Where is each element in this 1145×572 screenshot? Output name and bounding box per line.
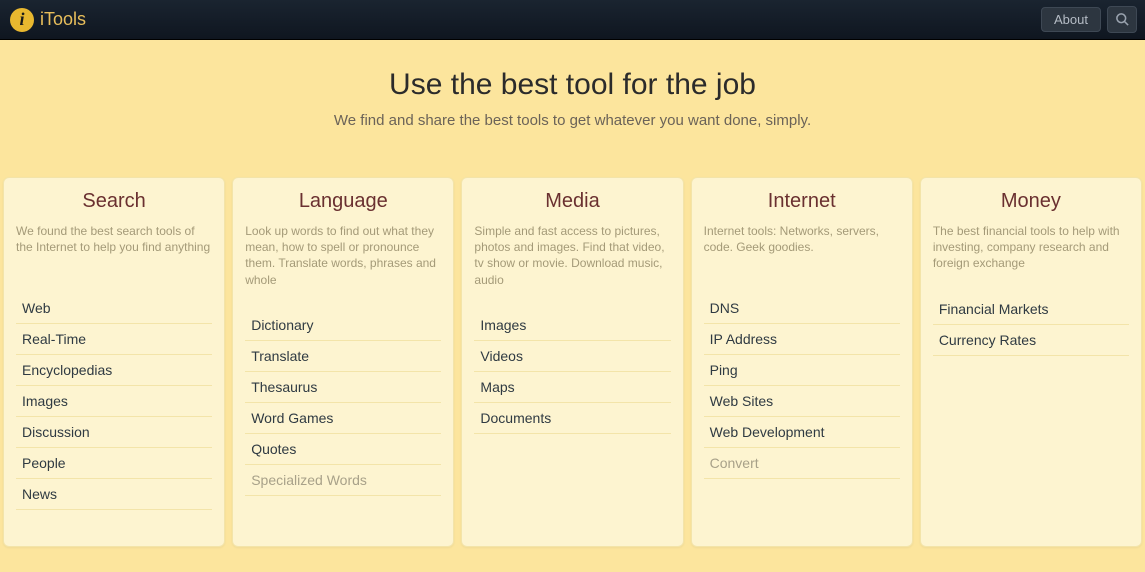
list-link[interactable]: Ping — [704, 355, 900, 385]
list-link[interactable]: Word Games — [245, 403, 441, 433]
card-list: DictionaryTranslateThesaurusWord GamesQu… — [245, 310, 441, 496]
search-icon — [1115, 12, 1130, 27]
list-link[interactable]: Images — [16, 386, 212, 416]
list-item: Images — [474, 310, 670, 341]
list-item: Videos — [474, 341, 670, 372]
brand[interactable]: i iTools — [10, 8, 86, 32]
list-item: Currency Rates — [933, 325, 1129, 356]
list-link[interactable]: Encyclopedias — [16, 355, 212, 385]
list-item: Documents — [474, 403, 670, 434]
list-item: Discussion — [16, 417, 212, 448]
card-desc: We found the best search tools of the In… — [16, 223, 212, 271]
list-item: Convert — [704, 448, 900, 479]
list-item: Specialized Words — [245, 465, 441, 496]
list-item: IP Address — [704, 324, 900, 355]
card-list: ImagesVideosMapsDocuments — [474, 310, 670, 434]
list-item: Thesaurus — [245, 372, 441, 403]
page-title: Use the best tool for the job — [0, 68, 1145, 102]
list-item: Images — [16, 386, 212, 417]
list-link[interactable]: Specialized Words — [245, 465, 441, 495]
about-button[interactable]: About — [1041, 7, 1101, 32]
topbar: i iTools About — [0, 0, 1145, 40]
logo-icon: i — [10, 8, 34, 32]
list-item: Dictionary — [245, 310, 441, 341]
list-link[interactable]: Convert — [704, 448, 900, 478]
list-link[interactable]: Web Development — [704, 417, 900, 447]
card-list: WebReal-TimeEncyclopediasImagesDiscussio… — [16, 293, 212, 510]
hero: Use the best tool for the job We find an… — [0, 40, 1145, 177]
list-link[interactable]: Currency Rates — [933, 325, 1129, 355]
list-link[interactable]: Financial Markets — [933, 294, 1129, 324]
list-link[interactable]: Images — [474, 310, 670, 340]
list-item: DNS — [704, 293, 900, 324]
list-item: Translate — [245, 341, 441, 372]
list-link[interactable]: Web — [16, 293, 212, 323]
card-search: Search We found the best search tools of … — [3, 177, 225, 547]
list-item: Ping — [704, 355, 900, 386]
list-item: Quotes — [245, 434, 441, 465]
card-desc: Look up words to find out what they mean… — [245, 223, 441, 288]
list-link[interactable]: Thesaurus — [245, 372, 441, 402]
card-media: Media Simple and fast access to pictures,… — [461, 177, 683, 547]
card-list: DNSIP AddressPingWeb SitesWeb Developmen… — [704, 293, 900, 479]
card-language: Language Look up words to find out what t… — [232, 177, 454, 547]
list-link[interactable]: People — [16, 448, 212, 478]
card-title[interactable]: Language — [245, 190, 441, 213]
list-link[interactable]: Translate — [245, 341, 441, 371]
list-item: People — [16, 448, 212, 479]
card-title[interactable]: Internet — [704, 190, 900, 213]
list-link[interactable]: News — [16, 479, 212, 509]
card-internet: Internet Internet tools: Networks, server… — [691, 177, 913, 547]
list-item: Web Development — [704, 417, 900, 448]
card-money: Money The best financial tools to help wi… — [920, 177, 1142, 547]
card-list: Financial MarketsCurrency Rates — [933, 294, 1129, 356]
list-link[interactable]: Dictionary — [245, 310, 441, 340]
search-button[interactable] — [1107, 6, 1137, 33]
list-link[interactable]: IP Address — [704, 324, 900, 354]
list-item: Financial Markets — [933, 294, 1129, 325]
card-desc: Simple and fast access to pictures, phot… — [474, 223, 670, 288]
list-link[interactable]: Maps — [474, 372, 670, 402]
list-item: Encyclopedias — [16, 355, 212, 386]
list-link[interactable]: Web Sites — [704, 386, 900, 416]
card-desc: The best financial tools to help with in… — [933, 223, 1129, 272]
list-link[interactable]: Documents — [474, 403, 670, 433]
list-item: News — [16, 479, 212, 510]
cards-row: Search We found the best search tools of … — [0, 177, 1145, 547]
list-link[interactable]: Real-Time — [16, 324, 212, 354]
list-item: Word Games — [245, 403, 441, 434]
card-desc: Internet tools: Networks, servers, code.… — [704, 223, 900, 271]
topbar-right: About — [1041, 6, 1137, 33]
page-subtitle: We find and share the best tools to get … — [0, 112, 1145, 129]
list-item: Maps — [474, 372, 670, 403]
brand-name: iTools — [40, 9, 86, 30]
list-item: Web — [16, 293, 212, 324]
list-link[interactable]: Videos — [474, 341, 670, 371]
list-link[interactable]: Discussion — [16, 417, 212, 447]
list-item: Real-Time — [16, 324, 212, 355]
card-title[interactable]: Money — [933, 190, 1129, 213]
list-link[interactable]: Quotes — [245, 434, 441, 464]
card-title[interactable]: Media — [474, 190, 670, 213]
list-item: Web Sites — [704, 386, 900, 417]
card-title[interactable]: Search — [16, 190, 212, 213]
list-link[interactable]: DNS — [704, 293, 900, 323]
